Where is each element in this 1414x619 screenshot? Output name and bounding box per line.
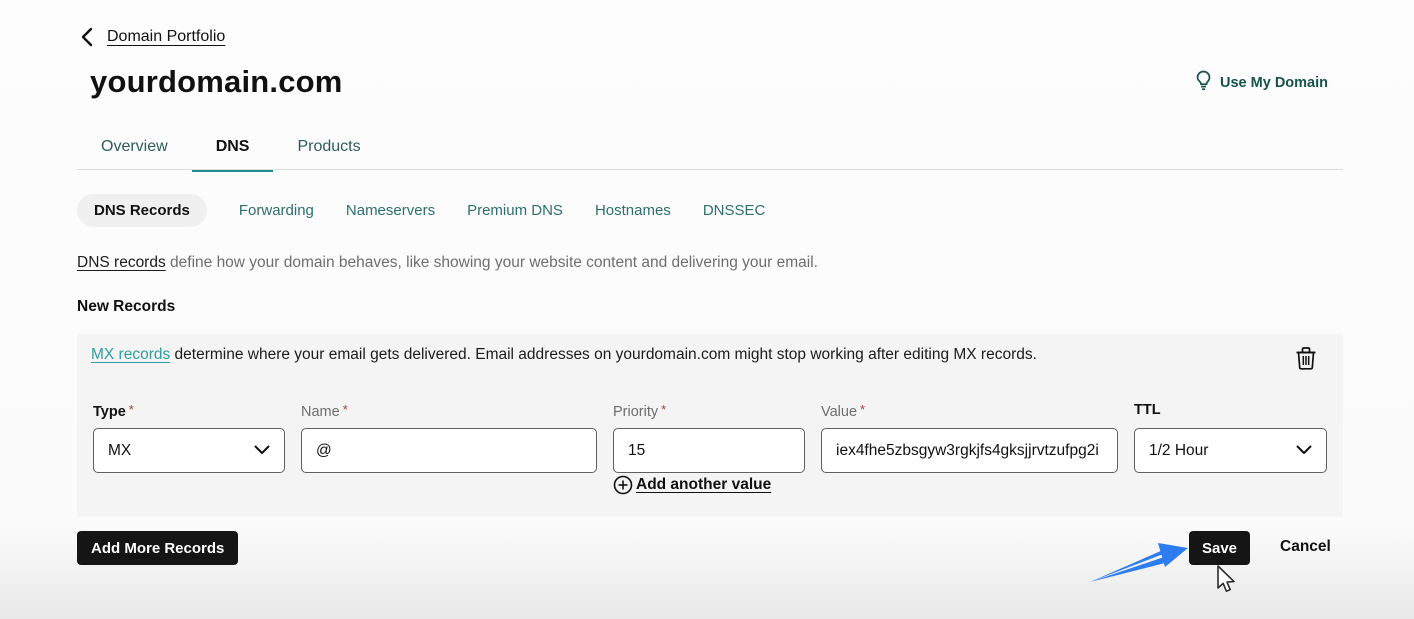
type-label: Type* — [93, 402, 134, 420]
subtab-nameservers[interactable]: Nameservers — [346, 202, 435, 219]
mouse-cursor — [1211, 564, 1237, 601]
value-input[interactable] — [821, 428, 1118, 473]
subtab-hostnames[interactable]: Hostnames — [595, 202, 671, 219]
ttl-label: TTL — [1134, 402, 1161, 418]
save-button[interactable]: Save — [1189, 531, 1250, 565]
tabs-divider — [77, 169, 1343, 170]
plus-circle-icon — [613, 475, 633, 495]
delete-record-button[interactable] — [1293, 346, 1319, 372]
dns-management-page: Domain Portfolio yourdomain.com Use My D… — [0, 0, 1414, 619]
mx-warning-text: MX records determine where your email ge… — [91, 346, 1141, 364]
cancel-button[interactable]: Cancel — [1280, 538, 1331, 556]
subtab-dnssec[interactable]: DNSSEC — [703, 202, 766, 219]
name-input[interactable] — [301, 428, 597, 473]
tab-products[interactable]: Products — [273, 126, 384, 172]
dns-description: DNS records define how your domain behav… — [77, 254, 818, 272]
new-record-panel: MX records determine where your email ge… — [77, 334, 1343, 517]
subtab-premium-dns[interactable]: Premium DNS — [467, 202, 563, 219]
required-asterisk: * — [860, 402, 865, 417]
dns-records-help-link[interactable]: DNS records — [77, 254, 166, 271]
ttl-select-value: 1/2 Hour — [1149, 442, 1208, 460]
dns-subtabs: DNS Records Forwarding Nameservers Premi… — [77, 194, 765, 227]
mx-warning-rest: determine where your email gets delivere… — [170, 346, 1037, 363]
tab-overview[interactable]: Overview — [77, 126, 192, 172]
required-asterisk: * — [343, 402, 348, 417]
subtab-forwarding[interactable]: Forwarding — [239, 202, 314, 219]
name-label: Name* — [301, 402, 348, 420]
type-select-value: MX — [108, 442, 131, 460]
type-select[interactable]: MX — [93, 428, 285, 473]
breadcrumb: Domain Portfolio — [80, 27, 225, 47]
page-title: yourdomain.com — [90, 64, 343, 100]
use-my-domain-label: Use My Domain — [1220, 75, 1328, 91]
use-my-domain-button[interactable]: Use My Domain — [1195, 70, 1328, 95]
annotation-arrow — [1088, 536, 1193, 591]
add-more-records-button[interactable]: Add More Records — [77, 531, 238, 565]
dns-description-text: define how your domain behaves, like sho… — [166, 254, 818, 271]
required-asterisk: * — [129, 402, 134, 417]
main-tabs: Overview DNS Products — [77, 126, 385, 172]
domain-portfolio-link[interactable]: Domain Portfolio — [107, 28, 225, 46]
priority-label: Priority* — [613, 402, 666, 420]
priority-input[interactable] — [613, 428, 805, 473]
add-another-value-label: Add another value — [636, 476, 771, 494]
required-asterisk: * — [661, 402, 666, 417]
chevron-down-icon — [1296, 442, 1312, 460]
new-records-heading: New Records — [77, 298, 175, 316]
value-label: Value* — [821, 402, 865, 420]
mx-records-link[interactable]: MX records — [91, 346, 170, 363]
lightbulb-icon — [1195, 70, 1212, 95]
tab-dns[interactable]: DNS — [192, 126, 274, 172]
back-chevron-icon[interactable] — [80, 27, 93, 47]
ttl-select[interactable]: 1/2 Hour — [1134, 428, 1327, 473]
subtab-dns-records[interactable]: DNS Records — [77, 194, 207, 227]
add-another-value-button[interactable]: Add another value — [613, 475, 771, 495]
trash-icon — [1295, 346, 1317, 373]
chevron-down-icon — [254, 442, 270, 460]
